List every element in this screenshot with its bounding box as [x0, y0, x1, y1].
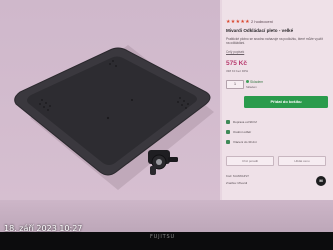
- stock-label: Skladem: [250, 80, 264, 84]
- stock-dot-icon: [246, 80, 249, 83]
- stock-detail: Skladem: [246, 85, 257, 89]
- advice-button[interactable]: Chci poradit: [226, 156, 274, 166]
- return-icon: [226, 140, 230, 145]
- screen: ★★★★★ 2 hodnocení Mivardi Odkládací plet…: [0, 0, 333, 232]
- add-to-cart-button[interactable]: Přidat do košíku: [244, 96, 328, 108]
- rating-count: 2 hodnocení: [251, 19, 274, 24]
- product-brand: Značka: Mivardi: [226, 181, 248, 185]
- product-image-pane: [0, 0, 220, 232]
- price-watch-button[interactable]: Hlídat cenu: [278, 156, 326, 166]
- product-photo: [14, 45, 214, 190]
- truck-icon: [226, 120, 230, 125]
- clamp-bracket: [148, 150, 178, 175]
- product-title: Mivardi Odkládací pleto - velké: [226, 28, 294, 33]
- stock-status: Skladem: [246, 80, 263, 84]
- product-rating[interactable]: ★★★★★ 2 hodnocení: [226, 19, 273, 25]
- price-without-vat: 338 Kč bez DPH: [226, 69, 249, 73]
- monitor: ★★★★★ 2 hodnocení Mivardi Odkládací plet…: [0, 0, 333, 250]
- rating-stars: ★★★★★: [226, 19, 250, 25]
- info-row-label: Osobní odběr: [233, 130, 252, 134]
- info-row-label: Doprava od 99 Kč: [233, 120, 258, 124]
- quantity-input[interactable]: 1: [226, 80, 244, 89]
- info-row-shipping: Doprava od 99 Kč: [226, 120, 258, 125]
- store-icon: [226, 130, 230, 135]
- brand-logo-badge: M: [316, 176, 326, 186]
- photo-timestamp: 18. září 2023 10:27: [4, 224, 83, 233]
- product-code: Kód: M-MWAPLT: [226, 174, 250, 178]
- product-price: 575 Kč: [226, 60, 247, 67]
- product-description: Praktické plotno se snadno nahazuje na p…: [226, 37, 323, 46]
- description-more-link[interactable]: Celý popisek: [226, 50, 244, 54]
- info-row-pickup: Osobní odběr: [226, 130, 252, 135]
- info-row-returns: Vrácení do 30 dní: [226, 140, 257, 145]
- product-detail-pane: ★★★★★ 2 hodnocení Mivardi Odkládací plet…: [222, 0, 333, 232]
- monitor-brand: FUJITSU: [150, 234, 175, 240]
- info-row-label: Vrácení do 30 dní: [233, 140, 257, 144]
